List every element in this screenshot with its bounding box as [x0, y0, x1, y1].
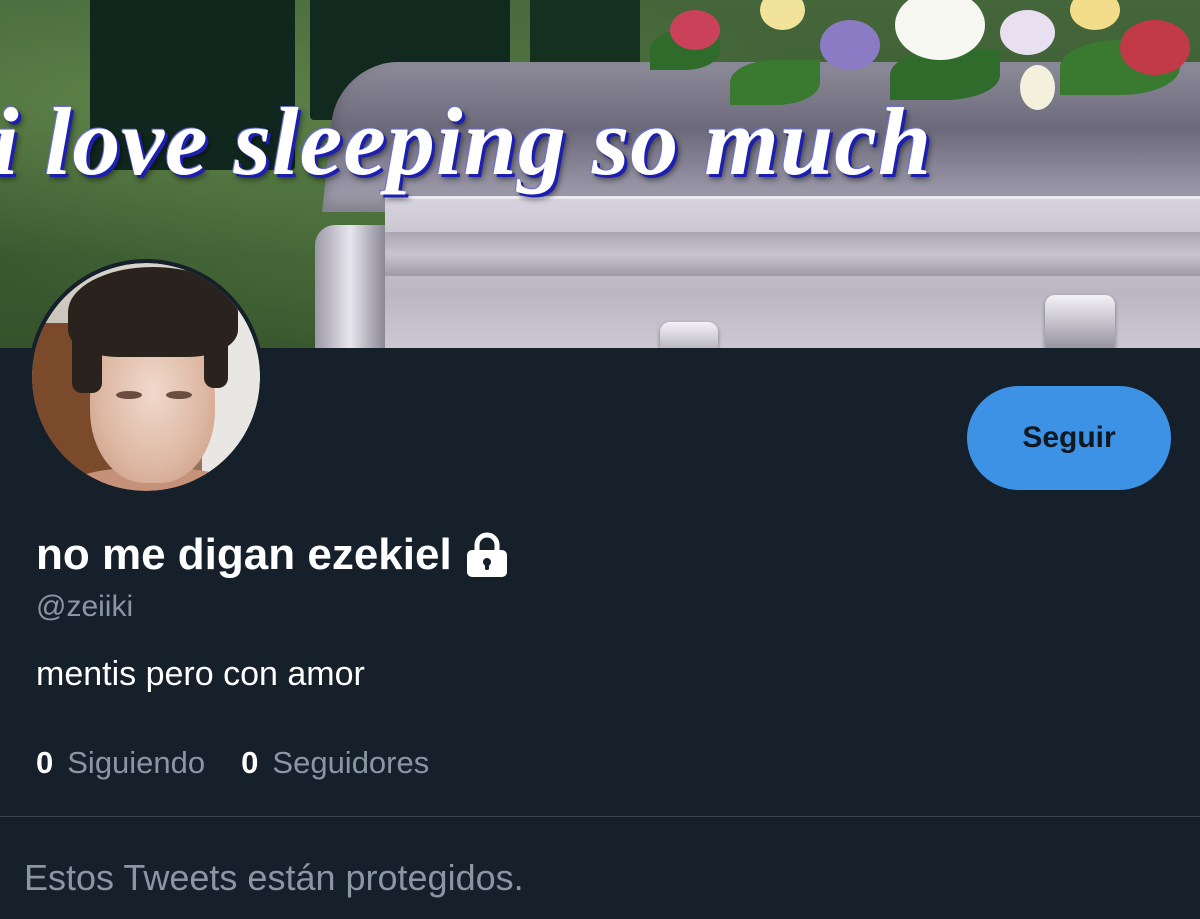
display-name: no me digan ezekiel: [36, 530, 452, 579]
followers-count: 0: [241, 745, 259, 780]
banner-casket-handle: [660, 322, 718, 348]
followers-stat[interactable]: 0 Seguidores: [241, 745, 429, 781]
banner-figure: [530, 0, 640, 70]
avatar-hair: [204, 318, 228, 388]
username-handle: @zeiiki: [36, 590, 134, 623]
avatar[interactable]: [28, 259, 264, 495]
display-name-row: no me digan ezekiel: [36, 528, 510, 582]
avatar-hair: [72, 323, 102, 393]
flower: [1020, 65, 1055, 110]
flower: [670, 10, 720, 50]
banner-casket-handle: [1045, 295, 1115, 348]
protected-tweets-message: Estos Tweets están protegidos.: [24, 857, 524, 898]
lock-icon: [464, 531, 510, 579]
banner-casket-band: [385, 232, 1200, 276]
avatar-photo: [32, 263, 260, 491]
flower: [1000, 10, 1055, 55]
flower: [760, 0, 805, 30]
section-divider: [0, 816, 1200, 817]
flower: [820, 20, 880, 70]
flower: [1070, 0, 1120, 30]
following-count: 0: [36, 745, 54, 780]
banner-casket-ornament: [315, 225, 385, 348]
flower: [1120, 20, 1190, 75]
avatar-eye: [166, 391, 192, 399]
follow-button[interactable]: Seguir: [967, 386, 1171, 490]
banner-caption: i love sleeping so much: [0, 88, 933, 195]
profile-page: i love sleeping so much Seguir no me dig…: [0, 0, 1200, 919]
avatar-eye: [116, 391, 142, 399]
profile-bio: mentis pero con amor: [36, 655, 365, 693]
following-label: Siguiendo: [67, 745, 206, 780]
followers-label: Seguidores: [272, 745, 430, 780]
following-stat[interactable]: 0 Siguiendo: [36, 745, 205, 781]
profile-stats: 0 Siguiendo 0 Seguidores: [36, 745, 429, 781]
